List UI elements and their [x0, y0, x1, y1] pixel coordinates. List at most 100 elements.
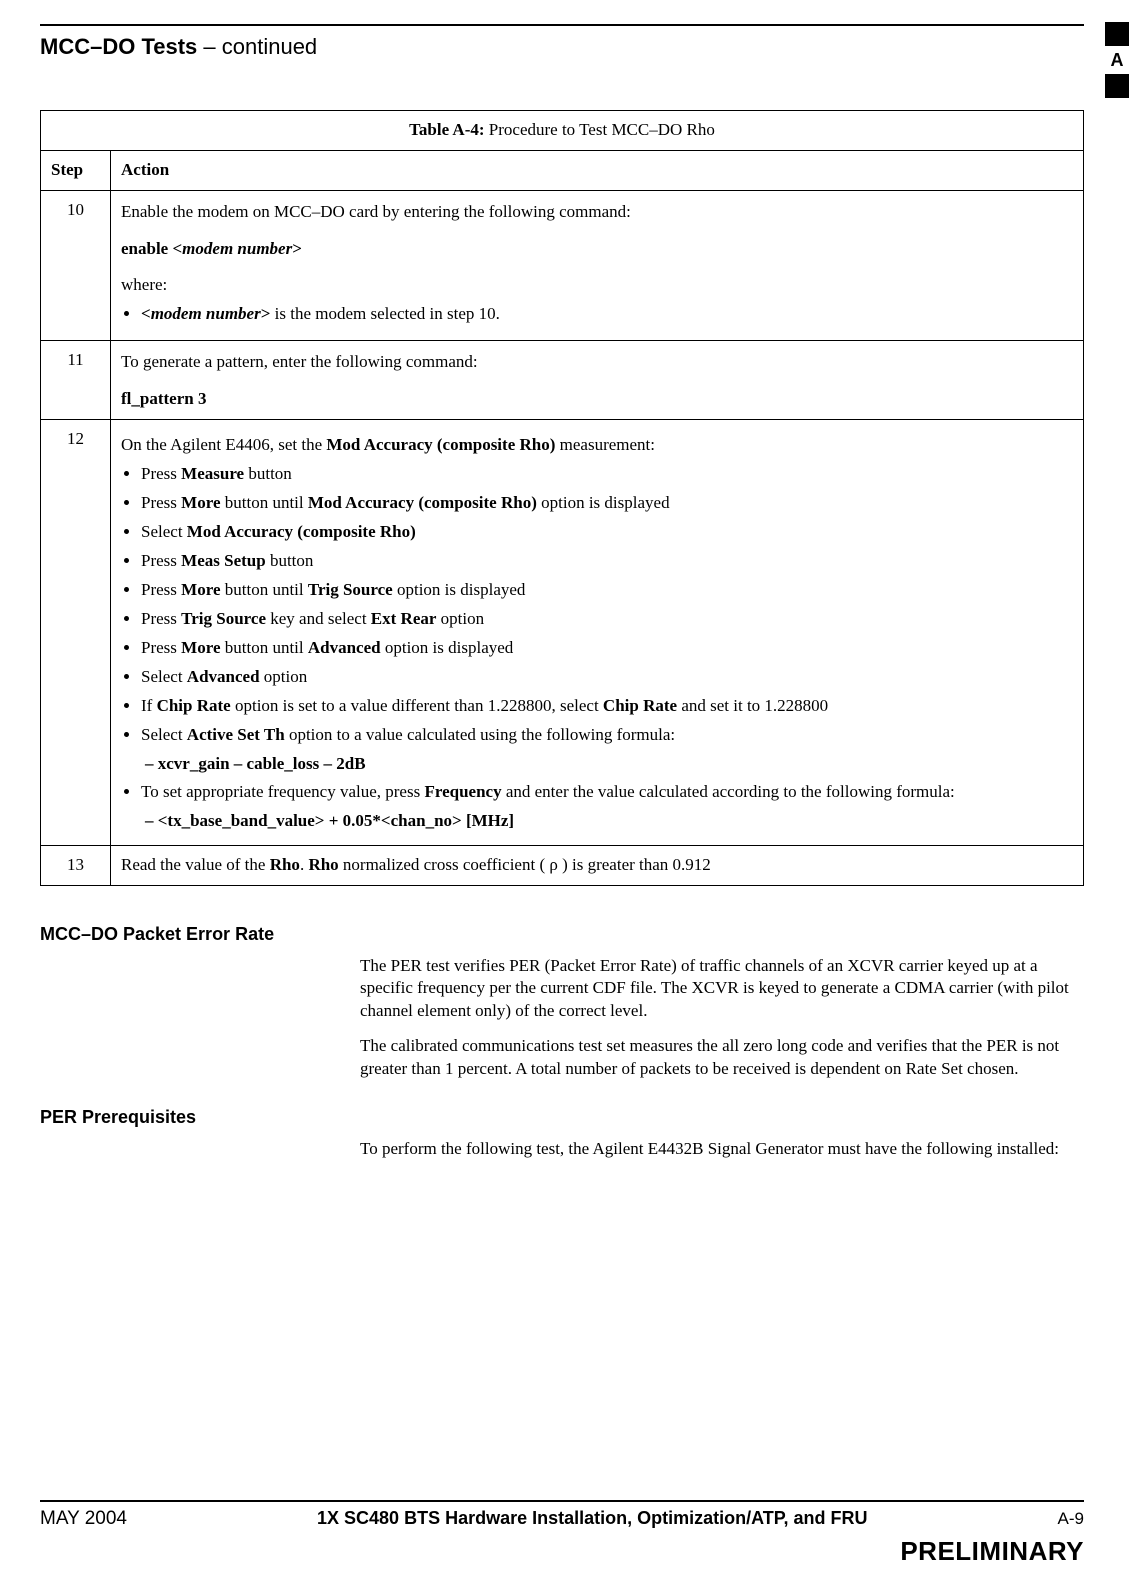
- header-title-bold: MCC–DO Tests: [40, 34, 197, 59]
- t: Press: [141, 638, 181, 657]
- t: button until: [221, 638, 308, 657]
- t: Trig Source: [181, 609, 266, 628]
- text: On the Agilent E4406, set the: [121, 435, 326, 454]
- t: Ext Rear: [371, 609, 437, 628]
- t: Press: [141, 580, 181, 599]
- t: Press: [141, 493, 181, 512]
- t: Rho: [270, 855, 300, 874]
- footer-row: MAY 2004 1X SC480 BTS Hardware Installat…: [40, 1506, 1084, 1532]
- t: Measure: [181, 464, 244, 483]
- col-action: Action: [111, 150, 1084, 190]
- t: Chip Rate: [603, 696, 677, 715]
- paragraph: To perform the following test, the Agile…: [360, 1138, 1070, 1161]
- t: button: [266, 551, 314, 570]
- action-cell: To generate a pattern, enter the followi…: [111, 341, 1084, 420]
- table-row: 11 To generate a pattern, enter the foll…: [41, 341, 1084, 420]
- where-label: where:: [121, 274, 1073, 297]
- changebar-bottom: [1105, 74, 1129, 98]
- t: option to a value calculated using the f…: [285, 725, 675, 744]
- table-row: 10 Enable the modem on MCC–DO card by en…: [41, 190, 1084, 341]
- footer-title: 1X SC480 BTS Hardware Installation, Opti…: [127, 1506, 1058, 1530]
- t: Select: [141, 667, 187, 686]
- t: To set appropriate frequency value, pres…: [141, 782, 424, 801]
- body-column: The PER test verifies PER (Packet Error …: [360, 955, 1070, 1082]
- side-tab: A: [1102, 22, 1132, 98]
- list-item: To set appropriate frequency value, pres…: [141, 781, 1073, 804]
- t: Press: [141, 464, 181, 483]
- list-item: Select Active Set Th option to a value c…: [141, 724, 1073, 747]
- t: Advanced: [187, 667, 260, 686]
- list-item: Press More button until Trig Source opti…: [141, 579, 1073, 602]
- t: Press: [141, 551, 181, 570]
- bullet-list: To set appropriate frequency value, pres…: [141, 781, 1073, 804]
- text: modem number: [151, 304, 261, 323]
- t: key and select: [266, 609, 371, 628]
- cmd-param: modem number: [182, 239, 292, 258]
- t: option: [260, 667, 308, 686]
- table-label: Table A-4:: [409, 120, 484, 139]
- text: >: [261, 304, 271, 323]
- t: Press: [141, 609, 181, 628]
- t: More: [181, 638, 220, 657]
- page-footer: MAY 2004 1X SC480 BTS Hardware Installat…: [40, 1494, 1084, 1569]
- text: To generate a pattern, enter the followi…: [121, 351, 1073, 374]
- list-item: Press More button until Advanced option …: [141, 637, 1073, 660]
- table-header-row: Step Action: [41, 150, 1084, 190]
- footer-rule: [40, 1500, 1084, 1502]
- footer-preliminary: PRELIMINARY: [40, 1534, 1084, 1569]
- appendix-letter: A: [1102, 48, 1132, 72]
- list-item: <modem number> is the modem selected in …: [141, 303, 1073, 326]
- t: option is set to a value different than …: [231, 696, 603, 715]
- page: A MCC–DO Tests – continued Table A-4: Pr…: [0, 0, 1140, 1577]
- t: Frequency: [424, 782, 501, 801]
- t: and enter the value calculated according…: [502, 782, 955, 801]
- cmd-part: enable <: [121, 239, 182, 258]
- action-cell: On the Agilent E4406, set the Mod Accura…: [111, 420, 1084, 846]
- command: fl_pattern 3: [121, 388, 1073, 411]
- step-cell: 12: [41, 420, 111, 846]
- text: measurement:: [555, 435, 655, 454]
- t: Mod Accuracy (composite Rho): [308, 493, 537, 512]
- command: enable <modem number>: [121, 238, 1073, 261]
- t: Chip Rate: [157, 696, 231, 715]
- col-step: Step: [41, 150, 111, 190]
- t: If: [141, 696, 157, 715]
- t: Advanced: [308, 638, 381, 657]
- action-cell: Enable the modem on MCC–DO card by enter…: [111, 190, 1084, 341]
- t: More: [181, 580, 220, 599]
- body-column: To perform the following test, the Agile…: [360, 1138, 1070, 1161]
- t: button: [244, 464, 292, 483]
- list-item: Press More button until Mod Accuracy (co…: [141, 492, 1073, 515]
- t: and set it to 1.228800: [677, 696, 828, 715]
- section-heading-per: MCC–DO Packet Error Rate: [40, 922, 1084, 946]
- footer-page-number: A-9: [1058, 1508, 1084, 1531]
- text: Mod Accuracy (composite Rho): [326, 435, 555, 454]
- text: On the Agilent E4406, set the Mod Accura…: [121, 434, 1073, 457]
- changebar-top: [1105, 22, 1129, 46]
- list-item: Select Mod Accuracy (composite Rho): [141, 521, 1073, 544]
- paragraph: The calibrated communications test set m…: [360, 1035, 1070, 1081]
- text: Enable the modem on MCC–DO card by enter…: [121, 201, 1073, 224]
- t: option is displayed: [393, 580, 526, 599]
- running-header: MCC–DO Tests – continued: [40, 32, 1084, 62]
- section-heading-prereq: PER Prerequisites: [40, 1105, 1084, 1129]
- action-cell: Read the value of the Rho. Rho normalize…: [111, 846, 1084, 886]
- paragraph: The PER test verifies PER (Packet Error …: [360, 955, 1070, 1024]
- bullet-list: Press Measure button Press More button u…: [141, 463, 1073, 746]
- list-item: Select Advanced option: [141, 666, 1073, 689]
- t: Select: [141, 725, 187, 744]
- sub-formula: xcvr_gain – cable_loss – 2dB: [145, 753, 1073, 776]
- header-rule: [40, 24, 1084, 26]
- list-item: Press Measure button: [141, 463, 1073, 486]
- t: option is displayed: [381, 638, 514, 657]
- table-title-row: Table A-4: Procedure to Test MCC–DO Rho: [41, 110, 1084, 150]
- t: button until: [221, 493, 308, 512]
- t: button until: [221, 580, 308, 599]
- t: Active Set Th: [187, 725, 285, 744]
- step-cell: 10: [41, 190, 111, 341]
- header-title-rest: – continued: [197, 34, 317, 59]
- step-cell: 13: [41, 846, 111, 886]
- t: normalized cross coefficient ( ρ ) is gr…: [339, 855, 711, 874]
- text: <: [141, 304, 151, 323]
- table-row: 13 Read the value of the Rho. Rho normal…: [41, 846, 1084, 886]
